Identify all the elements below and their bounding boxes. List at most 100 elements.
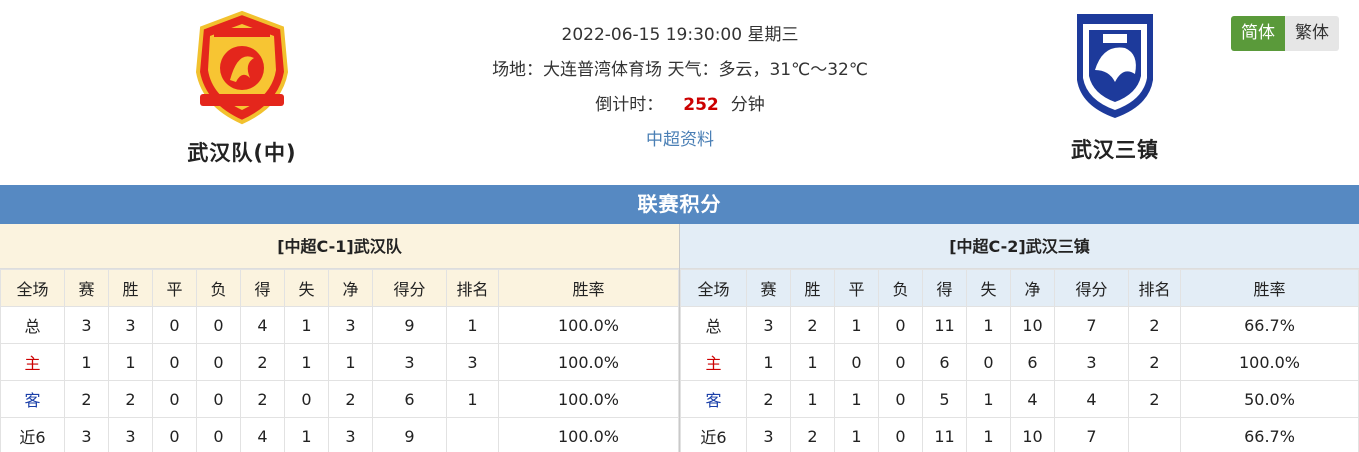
table-cell: 1: [966, 417, 1011, 452]
home-standings-table: 全场 赛 胜 平 负 得 失 净 得分 排名 胜率 总 3 3 0 0 4 1 3 9 1 100.…: [0, 269, 679, 452]
table-cell: 1: [284, 306, 329, 344]
lang-simplified-button[interactable]: 简体: [1231, 16, 1285, 51]
table-cell: 1: [64, 343, 109, 381]
table-cell: 9: [372, 306, 447, 344]
table-cell: 1: [790, 343, 835, 381]
table-cell: 1: [966, 306, 1011, 344]
table-cell: 2: [108, 380, 153, 418]
table-cell: 1: [446, 380, 499, 418]
col-header: 得分: [372, 269, 447, 307]
table-cell: 0: [878, 417, 923, 452]
table-cell: 10: [1010, 417, 1055, 452]
row-label: 主: [680, 343, 747, 381]
row-label: 主: [0, 343, 65, 381]
table-row: 总 3 3 0 0 4 1 3 9 1 100.0%: [0, 306, 679, 344]
table-cell: 0: [152, 343, 197, 381]
table-cell: 1: [746, 343, 791, 381]
match-info: 2022-06-15 19:30:00 星期三 场地：大连普湾体育场 天气：多云…: [430, 18, 930, 158]
away-standings-panel: [中超C-2]武汉三镇 全场 赛 胜 平 负 得 失 净 得分 排名 胜率 总 …: [679, 224, 1359, 452]
table-cell: 6: [372, 380, 447, 418]
table-cell: 0: [834, 343, 879, 381]
match-datetime: 2022-06-15 19:30:00 星期三: [561, 25, 799, 45]
table-cell: 0: [196, 343, 241, 381]
col-header: 得: [240, 269, 285, 307]
home-standings-title[interactable]: [中超C-1]武汉队: [0, 224, 679, 269]
col-header: 净: [1010, 269, 1055, 307]
table-cell: 2: [1128, 343, 1181, 381]
col-header: 得分: [1054, 269, 1129, 307]
col-header: 胜: [108, 269, 153, 307]
table-cell: 4: [240, 417, 285, 452]
table-row: 客 2 1 1 0 5 1 4 4 2 50.0%: [680, 380, 1359, 418]
table-cell: 2: [240, 343, 285, 381]
col-header: 全场: [0, 269, 65, 307]
col-header: 赛: [746, 269, 791, 307]
league-info-link[interactable]: 中超资料: [646, 130, 714, 150]
table-cell: 9: [372, 417, 447, 452]
table-cell: 3: [328, 417, 373, 452]
table-cell: 2: [1128, 306, 1181, 344]
table-cell: 1: [834, 306, 879, 344]
away-standings-table: 全场 赛 胜 平 负 得 失 净 得分 排名 胜率 总 3 2 1 0 11 1 10 7 2 66…: [680, 269, 1359, 452]
home-team-name[interactable]: 武汉队(中): [112, 137, 372, 167]
row-label: 客: [680, 380, 747, 418]
table-cell: 11: [922, 417, 967, 452]
table-cell: 66.7%: [1180, 417, 1359, 452]
col-header: 排名: [446, 269, 499, 307]
table-row: 客 2 2 0 0 2 0 2 6 1 100.0%: [0, 380, 679, 418]
table-cell: 0: [878, 343, 923, 381]
row-label: 客: [0, 380, 65, 418]
table-row: 主 1 1 0 0 2 1 1 3 3 100.0%: [0, 343, 679, 381]
home-standings-body: 总 3 3 0 0 4 1 3 9 1 100.0% 主 1 1 0 0 2 1 1 3 3 100.0% 客 2 2 0 0 2 0 2…: [0, 306, 679, 452]
col-header: 胜: [790, 269, 835, 307]
home-standings-panel: [中超C-1]武汉队 全场 赛 胜 平 负 得 失 净 得分 排名 胜率 总 3…: [0, 224, 679, 452]
table-cell: 100.0%: [498, 306, 679, 344]
table-cell: 3: [108, 306, 153, 344]
table-header-row: 全场 赛 胜 平 负 得 失 净 得分 排名 胜率: [0, 269, 679, 307]
table-cell: 11: [922, 306, 967, 344]
col-header: 得: [922, 269, 967, 307]
table-cell: 0: [152, 306, 197, 344]
table-cell: 0: [152, 417, 197, 452]
table-cell: 100.0%: [498, 417, 679, 452]
table-cell: 2: [64, 380, 109, 418]
table-cell: 3: [64, 417, 109, 452]
col-header: 失: [966, 269, 1011, 307]
away-team-logo[interactable]: [1073, 10, 1157, 122]
table-cell: 100.0%: [498, 343, 679, 381]
table-cell: 0: [196, 380, 241, 418]
table-cell: 0: [196, 306, 241, 344]
table-cell: 3: [446, 343, 499, 381]
table-cell: 66.7%: [1180, 306, 1359, 344]
table-cell: 5: [922, 380, 967, 418]
table-cell: 1: [966, 380, 1011, 418]
away-standings-title[interactable]: [中超C-2]武汉三镇: [680, 224, 1359, 269]
table-cell: 3: [64, 306, 109, 344]
row-label: 近6: [0, 417, 65, 452]
home-team-logo[interactable]: [192, 10, 292, 125]
match-venue-weather: 场地：大连普湾体育场 天气：多云，31℃～32℃: [492, 60, 868, 80]
table-cell: [446, 417, 499, 452]
table-cell: 0: [878, 380, 923, 418]
col-header: 胜率: [1180, 269, 1359, 307]
countdown-label: 倒计时：: [595, 95, 664, 115]
table-cell: 7: [1054, 306, 1129, 344]
table-cell: 6: [1010, 343, 1055, 381]
table-cell: 1: [108, 343, 153, 381]
away-standings-body: 总 3 2 1 0 11 1 10 7 2 66.7% 主 1 1 0 0 6 0 6 3 2 100.0% 客 2 1 1 0 5 1…: [680, 306, 1359, 452]
away-team-name[interactable]: 武汉三镇: [985, 134, 1245, 164]
table-cell: 1: [446, 306, 499, 344]
away-team: 武汉三镇: [985, 10, 1245, 164]
table-row: 近6 3 2 1 0 11 1 10 7 66.7%: [680, 417, 1359, 452]
table-row: 总 3 2 1 0 11 1 10 7 2 66.7%: [680, 306, 1359, 344]
table-cell: 0: [196, 417, 241, 452]
table-cell: 3: [746, 417, 791, 452]
table-cell: 1: [284, 343, 329, 381]
table-cell: 4: [240, 306, 285, 344]
table-cell: 10: [1010, 306, 1055, 344]
col-header: 平: [834, 269, 879, 307]
table-cell: 0: [966, 343, 1011, 381]
col-header: 赛: [64, 269, 109, 307]
table-cell: 3: [328, 306, 373, 344]
lang-traditional-button[interactable]: 繁体: [1285, 16, 1339, 51]
